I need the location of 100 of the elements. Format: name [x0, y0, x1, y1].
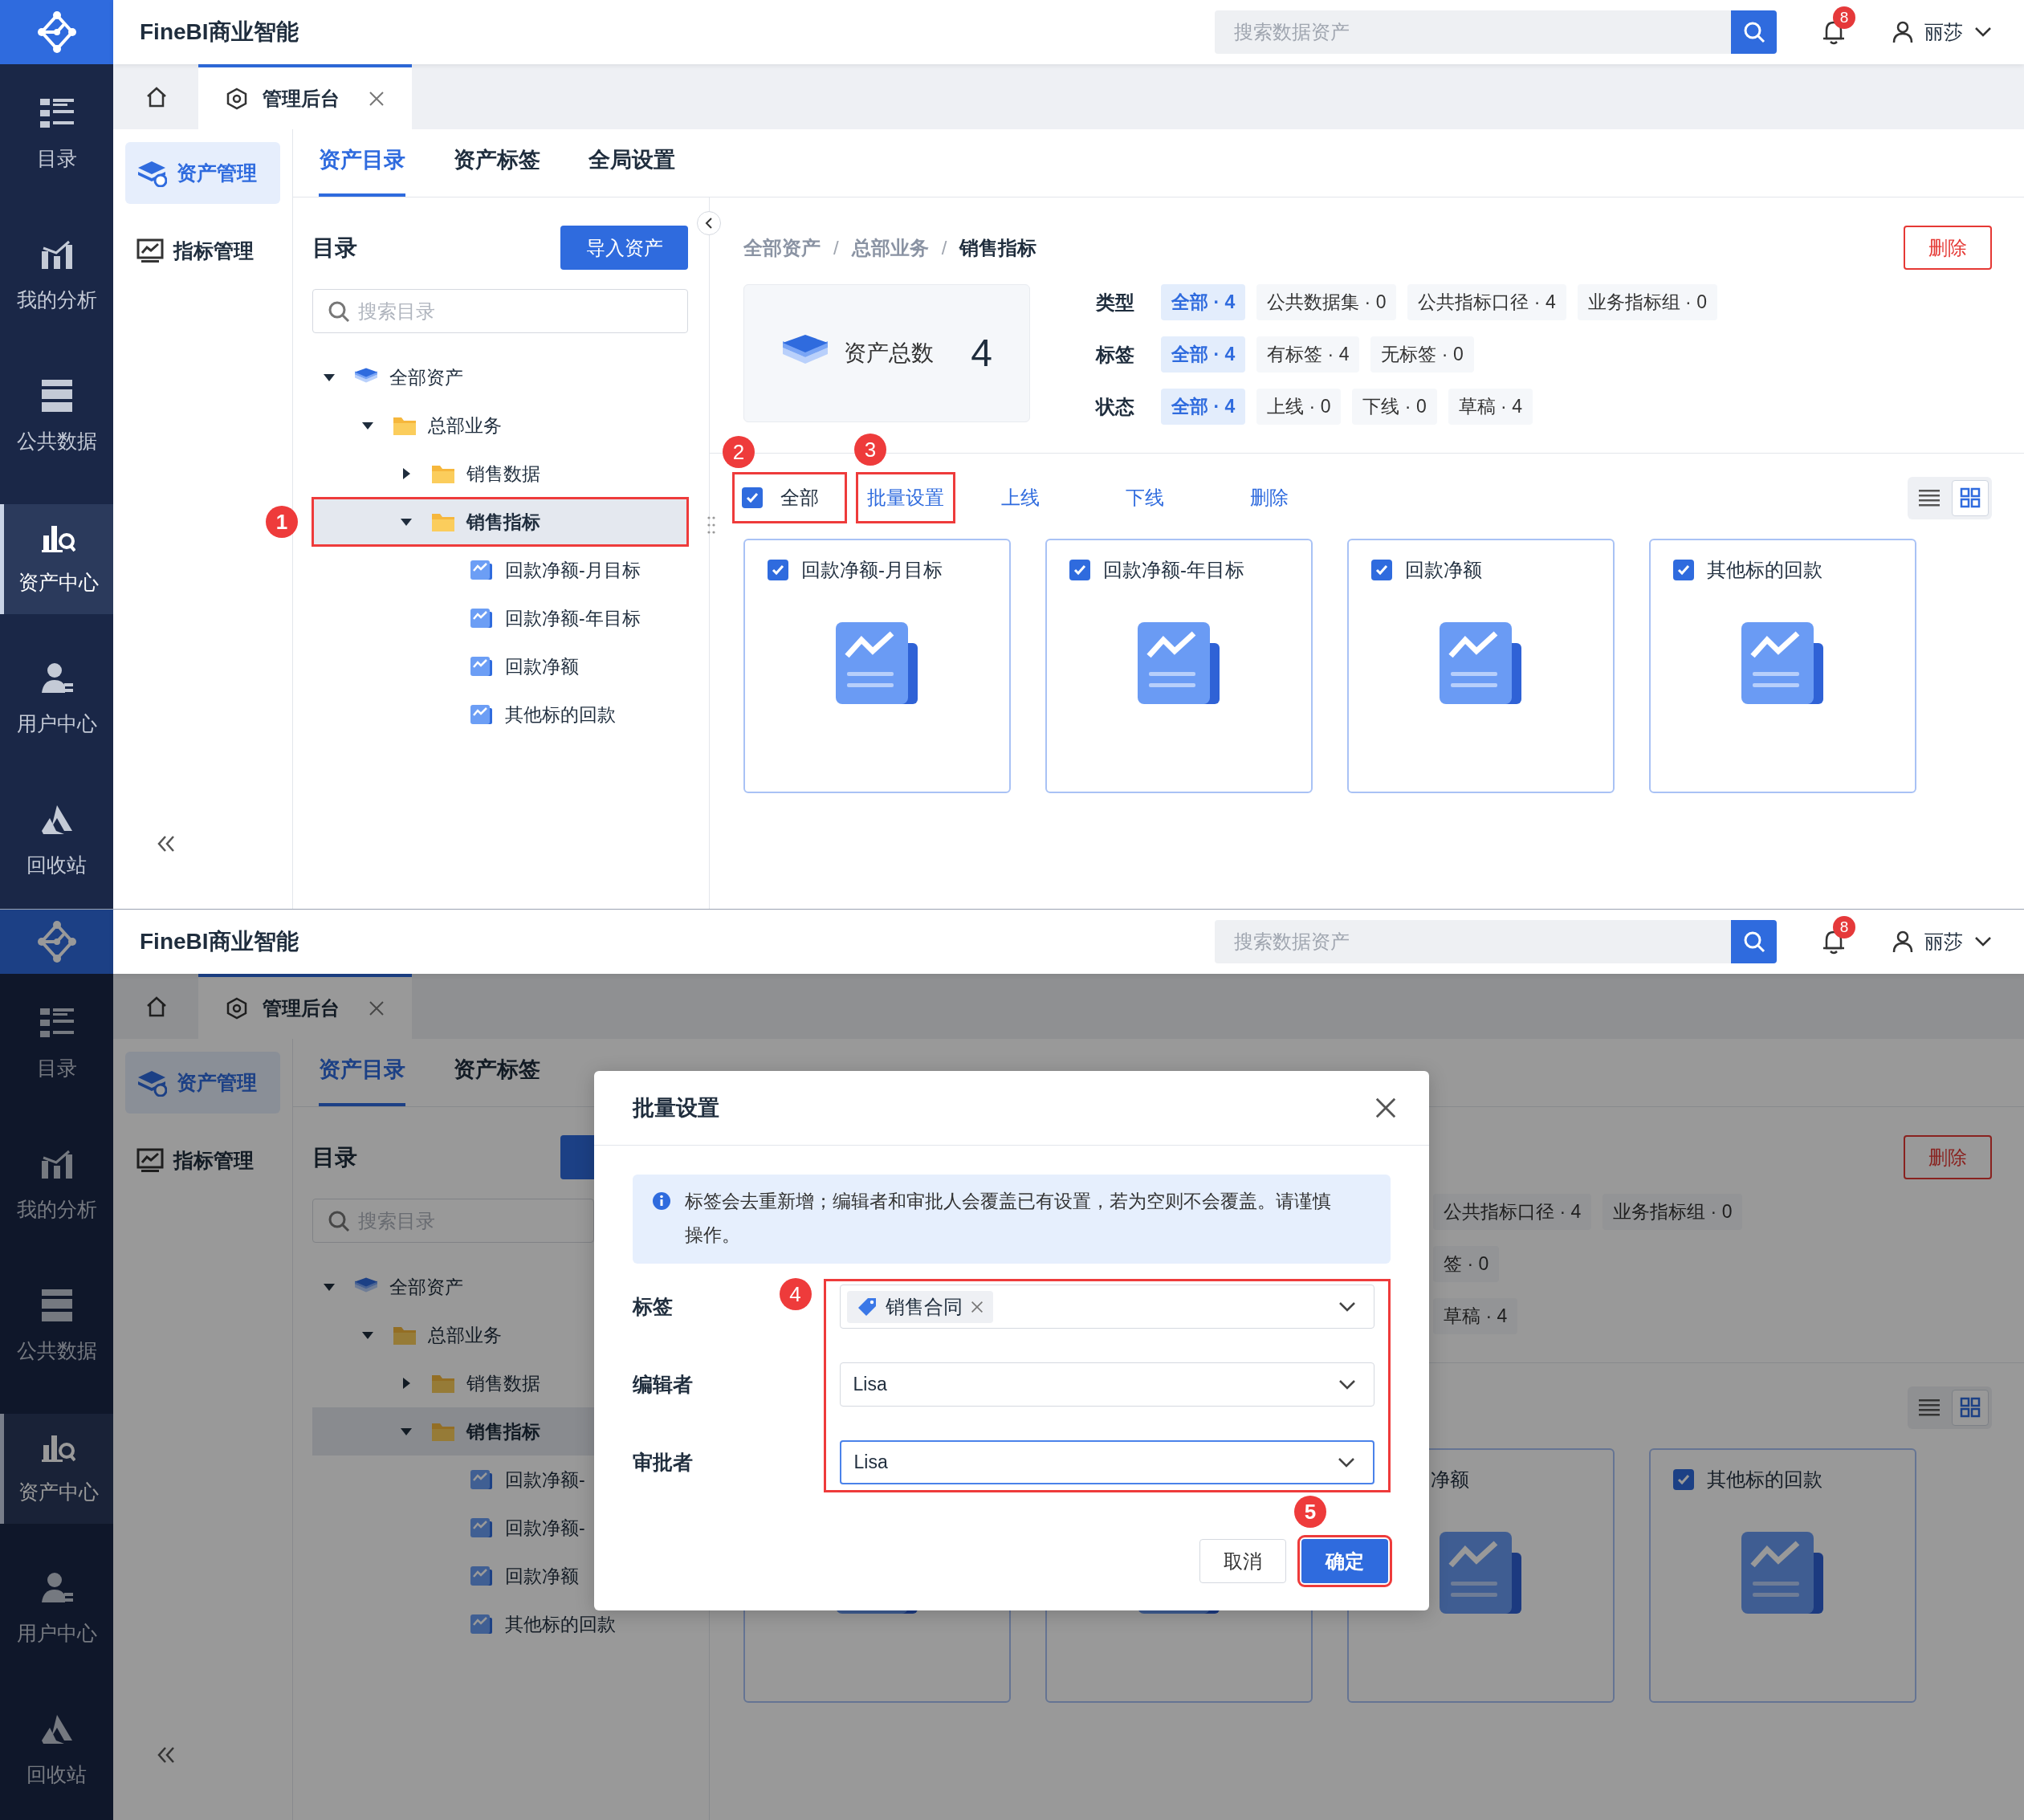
- nav-item[interactable]: 用户中心: [0, 1555, 113, 1665]
- nav-item[interactable]: 回收站: [0, 787, 113, 897]
- drag-handle-icon[interactable]: [707, 515, 715, 535]
- side-menu-item[interactable]: 指标管理: [125, 1130, 280, 1191]
- chart-file-icon: [470, 655, 494, 678]
- tree-item[interactable]: 回款净额: [312, 1552, 688, 1600]
- tag-chip[interactable]: 销售合同: [846, 1290, 993, 1323]
- chart-file-icon: [1439, 622, 1523, 706]
- check-icon: [1676, 1472, 1691, 1487]
- action-link[interactable]: 删除: [1239, 472, 1300, 523]
- asset-card[interactable]: 回款净额-年目标: [1045, 539, 1313, 793]
- asset-card[interactable]: 其他标的回款: [1649, 1448, 1916, 1703]
- side-menu-item[interactable]: 资产管理: [125, 142, 280, 204]
- import-button[interactable]: 导入资产: [560, 226, 688, 270]
- filter-chip[interactable]: 全部 · 4: [1161, 389, 1246, 425]
- section-tab[interactable]: 资产标签: [454, 1053, 540, 1106]
- chart-board-icon: [136, 1147, 164, 1174]
- remove-icon[interactable]: [970, 1300, 983, 1313]
- filter-chip[interactable]: 签 · 0: [1433, 1246, 1500, 1282]
- tree-item[interactable]: 全部资产: [312, 353, 688, 401]
- nav-item[interactable]: 回收站: [0, 1696, 113, 1806]
- filter-chip[interactable]: 业务指标组 · 0: [1603, 1194, 1743, 1230]
- tree-item[interactable]: 销售数据: [312, 450, 688, 498]
- action-link[interactable]: 下线: [1114, 472, 1175, 523]
- tree-item[interactable]: 其他标的回款: [312, 1600, 688, 1648]
- search-button[interactable]: [1731, 10, 1777, 54]
- filter-chip[interactable]: 无标签 · 0: [1370, 336, 1474, 373]
- filter-chip[interactable]: 公共指标口径 · 4: [1407, 284, 1566, 320]
- filter-chip[interactable]: 有标签 · 4: [1256, 336, 1360, 373]
- tree-item[interactable]: 回款净额-: [312, 1504, 688, 1552]
- search-button[interactable]: [1731, 920, 1777, 963]
- database-icon: [39, 1289, 74, 1321]
- user-icon: [39, 662, 74, 694]
- notification-badge: 8: [1833, 916, 1855, 939]
- collapse-icon[interactable]: [157, 1746, 176, 1764]
- nav-item[interactable]: 资产中心: [0, 1414, 113, 1524]
- delete-button[interactable]: 删除: [1904, 226, 1992, 270]
- checkbox[interactable]: [1673, 560, 1694, 580]
- grid-view-button[interactable]: [1951, 479, 1989, 516]
- nav-item[interactable]: 我的分析: [0, 222, 113, 332]
- card-title: 回款净额-年目标: [1103, 558, 1244, 582]
- filter-chip[interactable]: 公共指标口径 · 4: [1433, 1194, 1592, 1230]
- asset-card[interactable]: 回款净额: [1347, 539, 1615, 793]
- checkbox[interactable]: [1371, 560, 1392, 580]
- filter-label: 类型: [1096, 290, 1135, 315]
- select-field[interactable]: Lisa: [839, 1362, 1374, 1407]
- asset-card[interactable]: 其他标的回款: [1649, 539, 1916, 793]
- filter-chip[interactable]: 上线 · 0: [1256, 389, 1342, 425]
- breadcrumb-item[interactable]: 总部业务: [851, 233, 929, 263]
- tree-item[interactable]: 回款净额: [312, 642, 688, 690]
- cancel-button[interactable]: 取消: [1199, 1539, 1286, 1583]
- collapse-button[interactable]: [697, 211, 721, 235]
- folder-icon: [431, 1373, 455, 1394]
- checkbox[interactable]: [1069, 560, 1090, 580]
- section-tab[interactable]: 全局设置: [588, 143, 675, 197]
- user-menu[interactable]: 丽莎: [1892, 18, 1992, 47]
- action-link[interactable]: 上线: [990, 472, 1051, 523]
- checkbox[interactable]: [1673, 1469, 1694, 1490]
- close-icon[interactable]: [369, 90, 385, 107]
- nav-item[interactable]: 公共数据: [0, 1272, 113, 1382]
- home-icon[interactable]: [145, 995, 168, 1018]
- close-icon[interactable]: [369, 1000, 385, 1016]
- collapse-icon[interactable]: [157, 835, 176, 853]
- filter-chip[interactable]: 全部 · 4: [1161, 336, 1246, 373]
- filter-chip[interactable]: 下线 · 0: [1352, 389, 1437, 425]
- filter-chip[interactable]: 草稿 · 4: [1448, 389, 1533, 425]
- filter-chip[interactable]: 公共数据集 · 0: [1256, 284, 1397, 320]
- tree-item[interactable]: 回款净额-月目标: [312, 546, 688, 594]
- section-tab[interactable]: 资产标签: [454, 143, 540, 197]
- delete-button[interactable]: 删除: [1904, 1135, 1992, 1179]
- nav-item[interactable]: 公共数据: [0, 363, 113, 473]
- nav-item[interactable]: 目录: [0, 990, 113, 1100]
- filter-chip[interactable]: 全部 · 4: [1161, 284, 1246, 320]
- section-tab[interactable]: 资产目录: [319, 1053, 405, 1106]
- nav-item[interactable]: 目录: [0, 80, 113, 190]
- close-icon[interactable]: [1374, 1097, 1397, 1119]
- user-menu[interactable]: 丽莎: [1892, 927, 1992, 956]
- nav-item[interactable]: 我的分析: [0, 1131, 113, 1241]
- select-field[interactable]: 销售合同: [839, 1285, 1374, 1329]
- nav-item[interactable]: 资产中心: [0, 504, 113, 614]
- checkbox[interactable]: [768, 560, 788, 580]
- tree-item[interactable]: 回款净额-年目标: [312, 594, 688, 642]
- checkbox[interactable]: [742, 487, 763, 508]
- breadcrumb-item: 销售指标: [959, 235, 1037, 260]
- page-tab[interactable]: 管理后台: [198, 64, 412, 129]
- tree-item[interactable]: 总部业务: [312, 401, 688, 450]
- section-tab[interactable]: 资产目录: [319, 143, 405, 197]
- nav-item[interactable]: 用户中心: [0, 645, 113, 755]
- filter-chip[interactable]: 业务指标组 · 0: [1577, 284, 1717, 320]
- side-menu-item[interactable]: 指标管理: [125, 220, 280, 282]
- tree-item[interactable]: 其他标的回款: [312, 690, 688, 739]
- filter-chip[interactable]: 草稿 · 4: [1433, 1298, 1518, 1334]
- select-field[interactable]: Lisa: [839, 1440, 1374, 1484]
- home-icon[interactable]: [145, 85, 168, 108]
- page-tab[interactable]: 管理后台: [198, 974, 412, 1039]
- user-icon: [39, 1571, 74, 1604]
- grid-icon: [1959, 1397, 1981, 1418]
- asset-card[interactable]: 回款净额-月目标: [743, 539, 1011, 793]
- grid-view-button[interactable]: [1951, 1389, 1989, 1426]
- breadcrumb-item[interactable]: 全部资产: [743, 233, 821, 263]
